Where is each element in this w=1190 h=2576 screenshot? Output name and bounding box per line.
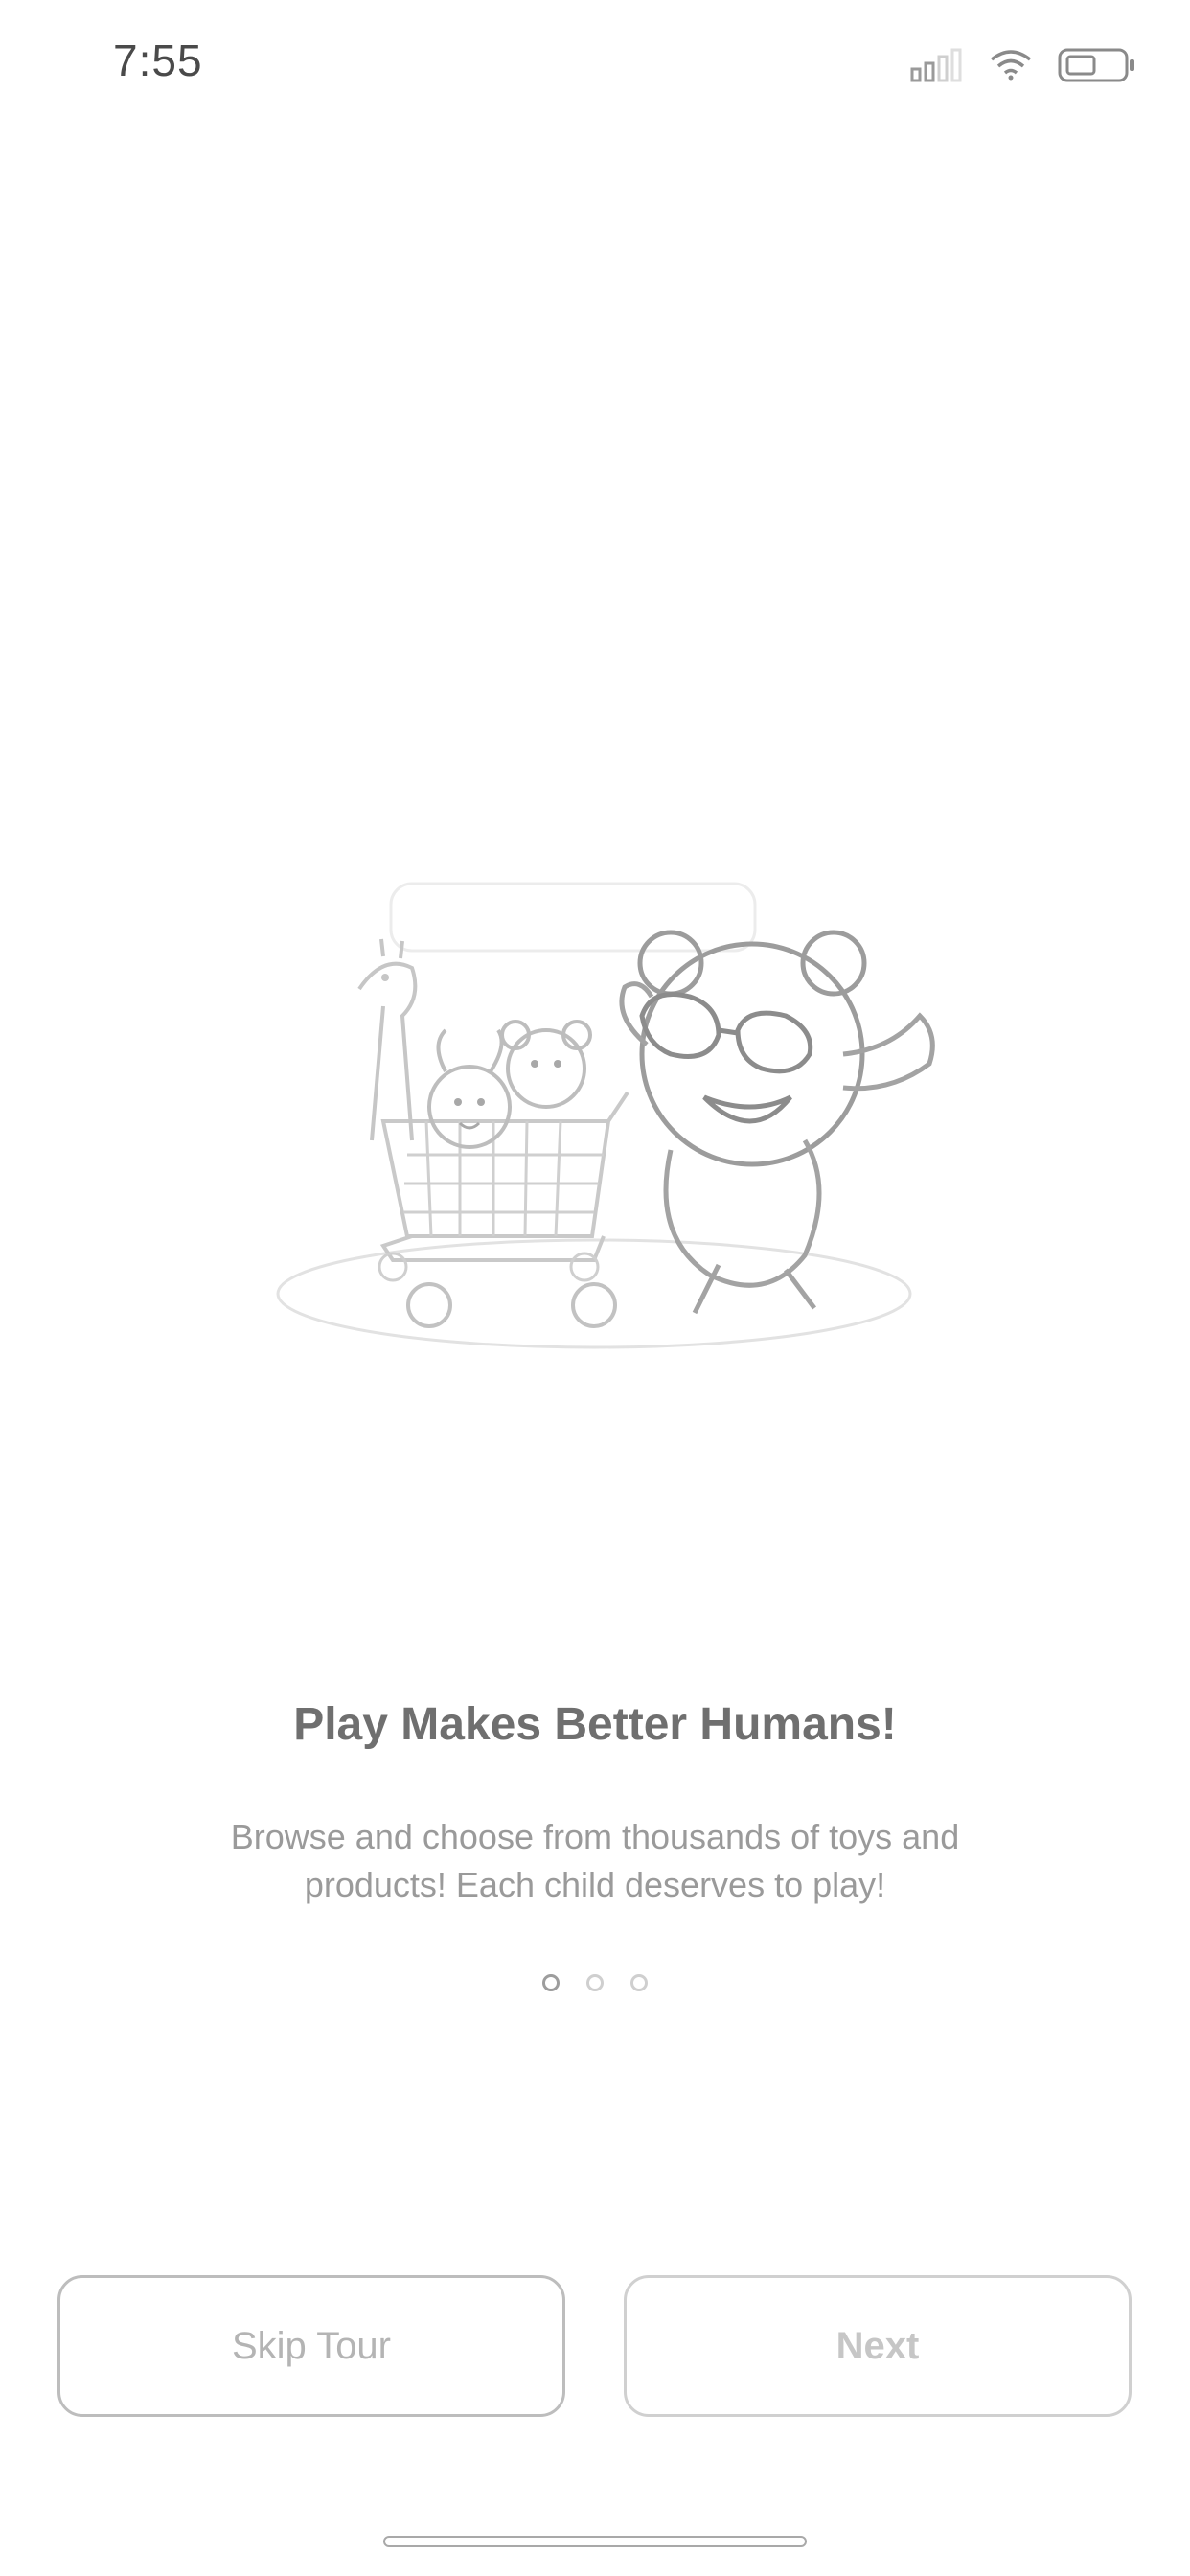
status-icons	[910, 46, 1136, 84]
status-bar: 7:55	[0, 0, 1190, 134]
status-time: 7:55	[113, 35, 203, 85]
skip-tour-button[interactable]: Skip Tour	[57, 2275, 565, 2417]
onboarding-title: Play Makes Better Humans!	[293, 1699, 897, 1750]
cellular-signal-icon	[910, 48, 962, 82]
onboarding-subtitle: Browse and choose from thousands of toys…	[230, 1817, 960, 1904]
wifi-icon	[990, 50, 1032, 80]
page-indicator	[0, 1974, 1190, 1991]
page-dot-3[interactable]	[630, 1974, 648, 1991]
home-indicator[interactable]	[383, 2536, 807, 2547]
bear-pushing-toy-cart-illustration	[268, 872, 939, 1370]
page-dot-1-active[interactable]	[542, 1974, 560, 1991]
battery-icon	[1058, 48, 1134, 82]
next-button[interactable]: Next	[624, 2275, 1132, 2417]
page-dot-2[interactable]	[586, 1974, 604, 1991]
